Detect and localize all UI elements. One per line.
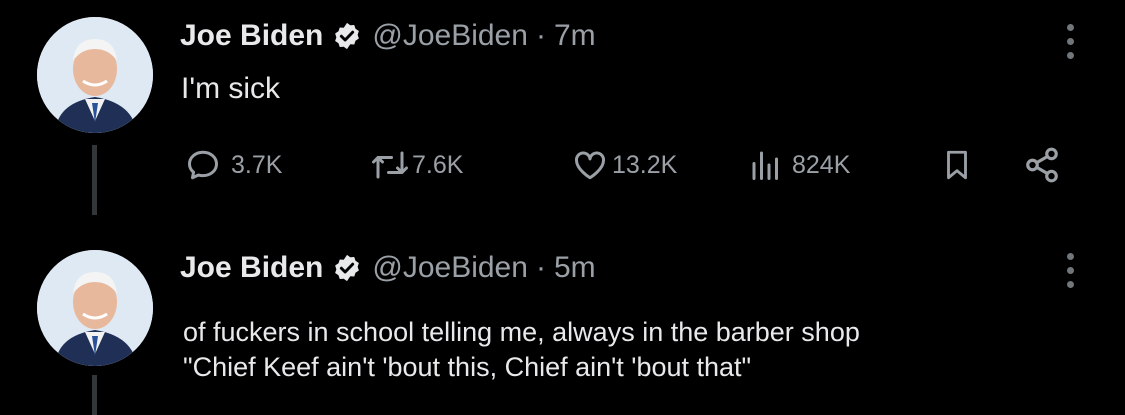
avatar[interactable]	[37, 250, 153, 366]
avatar-photo	[37, 250, 153, 366]
separator: ·	[535, 19, 546, 52]
timestamp[interactable]: 5m	[554, 251, 596, 285]
tweet-text: of fuckers in school telling me, always …	[183, 315, 1083, 385]
thread-line	[92, 375, 97, 415]
repost-button[interactable]: 7.6K	[370, 140, 463, 190]
handle[interactable]: @JoeBiden	[372, 251, 528, 285]
timestamp[interactable]: 7m	[554, 19, 596, 53]
tweet[interactable]: Joe Biden @JoeBiden · 5m of fuckers in s…	[0, 235, 1125, 415]
tweet-text: I'm sick	[181, 72, 281, 105]
bookmark-button[interactable]	[940, 140, 974, 190]
reply-icon	[188, 150, 218, 180]
verified-badge-icon	[332, 21, 362, 51]
tweet-header: Joe Biden @JoeBiden · 7m	[180, 19, 596, 53]
avatar[interactable]	[37, 17, 153, 133]
bookmark-icon	[947, 150, 967, 180]
tweet-header: Joe Biden @JoeBiden · 5m	[180, 251, 596, 285]
more-options-icon[interactable]	[1067, 253, 1077, 288]
views-button[interactable]: 824K	[748, 140, 850, 190]
action-bar: 3.7K 7.6K 13.2K 824K	[0, 140, 1125, 190]
handle[interactable]: @JoeBiden	[372, 19, 528, 53]
display-name[interactable]: Joe Biden	[180, 251, 323, 285]
like-icon	[574, 151, 606, 180]
like-button[interactable]: 13.2K	[572, 140, 677, 190]
tweet-text-line: of fuckers in school telling me, always …	[183, 317, 860, 347]
reply-count: 3.7K	[231, 150, 283, 179]
display-name[interactable]: Joe Biden	[180, 19, 323, 53]
reply-button[interactable]: 3.7K	[185, 140, 282, 190]
tweet-text-line: "Chief Keef ain't 'bout this, Chief ain'…	[183, 352, 752, 382]
like-count: 13.2K	[612, 150, 678, 179]
repost-icon	[372, 151, 408, 179]
verified-badge-icon	[332, 253, 362, 283]
separator: ·	[535, 251, 546, 284]
share-button[interactable]	[1022, 140, 1062, 190]
repost-count: 7.6K	[412, 150, 464, 179]
views-icon	[752, 151, 778, 180]
tweet[interactable]: Joe Biden @JoeBiden · 7m I'm sick 3.7K 7…	[0, 0, 1125, 235]
view-count: 824K	[792, 150, 851, 179]
share-icon	[1026, 147, 1058, 183]
more-options-icon[interactable]	[1067, 24, 1077, 59]
avatar-photo	[37, 17, 153, 133]
